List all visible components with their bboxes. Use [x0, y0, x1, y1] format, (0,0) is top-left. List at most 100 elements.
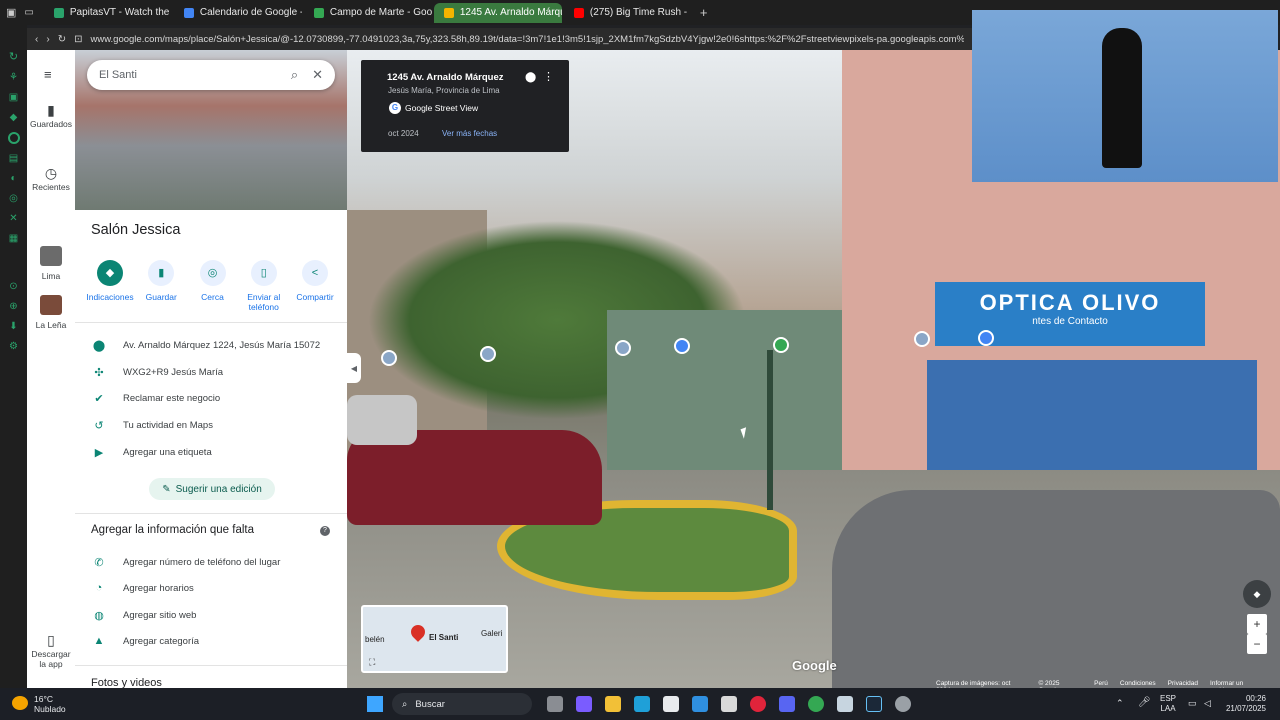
verified-shield-icon: ✔ — [94, 392, 104, 405]
edge-icon[interactable] — [634, 696, 650, 712]
browser-tab[interactable]: 1245 Av. Arnaldo Márquez — [433, 2, 562, 23]
reload-icon[interactable]: ↻ — [58, 34, 66, 45]
nav-lima[interactable]: Lima — [27, 246, 75, 281]
help-icon[interactable]: ? — [320, 526, 330, 536]
chrome-icon[interactable] — [808, 696, 824, 712]
add-phone-row[interactable]: ✆ Agregar número de teléfono del lugar — [91, 552, 280, 572]
expand-icon[interactable]: ⛶ — [369, 657, 375, 668]
rail-app-icon[interactable]: ◎ — [9, 193, 18, 204]
start-icon[interactable] — [367, 696, 383, 712]
add-hours-row[interactable]: ◔ Agregar horarios — [91, 578, 194, 598]
system-clock[interactable]: 00:26 21/07/2025 — [1222, 694, 1266, 714]
weather-widget[interactable]: 16°C Nublado — [34, 694, 66, 714]
file-explorer-icon[interactable] — [605, 696, 621, 712]
taskview-icon[interactable] — [547, 696, 563, 712]
discord-icon[interactable] — [779, 696, 795, 712]
location-pin-icon[interactable]: ⬤ — [525, 72, 536, 83]
rail-app-icon[interactable]: ↻ — [9, 50, 18, 63]
menu-icon[interactable]: ≡ — [44, 67, 52, 82]
nav-saved[interactable]: ▮ Guardados — [27, 103, 75, 129]
sv-card-source-label: Google Street View — [405, 103, 479, 113]
globe-icon: ◍ — [94, 609, 104, 622]
steam-store-icon[interactable] — [866, 696, 882, 712]
rail-app-icon[interactable]: ⚘ — [9, 72, 18, 83]
forward-icon[interactable]: › — [46, 34, 49, 45]
settings-icon[interactable] — [895, 696, 911, 712]
place-panel: El Santi ⌕ ✕ Salón Jessica ◆ Indicacione… — [75, 50, 347, 688]
street-view-marker[interactable] — [978, 330, 994, 346]
browser-tab[interactable]: (275) Big Time Rush - — [564, 3, 692, 23]
maps-activity-row[interactable]: ↺ Tu actividad en Maps — [91, 415, 213, 435]
add-label-row[interactable]: ▶ Agregar una etiqueta — [91, 442, 212, 462]
browser-tab[interactable]: PapitasVT - Watch the VO — [44, 3, 172, 23]
rail-app-icon[interactable]: ▤ — [9, 153, 18, 164]
search-input[interactable]: El Santi — [99, 69, 277, 81]
vscode-icon[interactable] — [692, 696, 708, 712]
url-text[interactable]: www.google.com/maps/place/Salón+Jessica/… — [90, 34, 964, 45]
street-view-marker[interactable] — [773, 337, 789, 353]
share-button[interactable]: < Compartir — [290, 260, 340, 312]
rail-app-icon[interactable]: ✕ — [9, 213, 17, 224]
browser-tab[interactable]: Calendario de Google - S — [174, 3, 302, 23]
network-icon[interactable]: ▭ — [1188, 698, 1197, 709]
rail-app-icon[interactable]: ⚙ — [9, 341, 18, 352]
store-icon[interactable] — [663, 696, 679, 712]
nav-la-lena[interactable]: La Leña — [27, 295, 75, 330]
add-website-row[interactable]: ◍ Agregar sitio web — [91, 605, 196, 625]
label-icon: ▶ — [94, 446, 104, 459]
close-icon[interactable]: ✕ — [312, 67, 323, 83]
zoom-in-button[interactable]: + — [1247, 614, 1267, 634]
browser-tab[interactable]: Campo de Marte - Goog — [304, 3, 432, 23]
microphone-icon[interactable]: 🎤︎ — [1138, 697, 1151, 708]
street-view-marker[interactable] — [674, 338, 690, 354]
language-indicator[interactable]: ESP LAA — [1160, 694, 1176, 714]
picture-in-picture-video[interactable] — [972, 10, 1278, 182]
more-options-icon[interactable]: ⋮ — [543, 70, 554, 83]
search-icon[interactable]: ⌕ — [291, 67, 298, 83]
steam-icon[interactable] — [837, 696, 853, 712]
claim-business-row[interactable]: ✔ Reclamar este negocio — [91, 388, 220, 408]
address-row[interactable]: ⬤ Av. Arnaldo Márquez 1224, Jesús María … — [91, 335, 320, 355]
mini-map[interactable]: belén El Santi Galeri ⛶ — [361, 605, 508, 673]
street-view-marker[interactable] — [381, 350, 397, 366]
plus-code-row[interactable]: ✣ WXG2+R9 Jesús María — [91, 362, 223, 382]
taskbar-search[interactable]: ⌕ Buscar — [392, 693, 532, 715]
copilot-icon[interactable] — [576, 696, 592, 712]
compass-button[interactable]: ◆ — [1243, 580, 1271, 608]
opera-icon[interactable] — [750, 696, 766, 712]
add-category-row[interactable]: ▲ Agregar categoría — [91, 631, 200, 651]
rail-app-icon[interactable]: ◐ — [10, 173, 16, 184]
tab-overview-icon[interactable]: ▭ — [24, 7, 33, 18]
street-view-marker[interactable] — [914, 331, 930, 347]
tab-actions-icon[interactable]: ▣ — [6, 6, 16, 19]
collapse-panel-button[interactable]: ◀ — [347, 353, 361, 383]
rail-app-icon[interactable]: ▣ — [9, 92, 18, 103]
back-icon[interactable]: ‹ — [35, 34, 38, 45]
nav-recent[interactable]: ◷ Recientes — [27, 166, 75, 192]
site-info-icon[interactable]: ⊡ — [74, 34, 82, 45]
more-dates-link[interactable]: Ver más fechas — [442, 129, 497, 138]
chevron-up-icon[interactable]: ⌃ — [1116, 698, 1124, 709]
zoom-out-button[interactable]: − — [1247, 634, 1267, 654]
new-tab-button[interactable]: + — [700, 5, 708, 20]
directions-button[interactable]: ◆ Indicaciones — [85, 260, 135, 312]
rail-app-icon[interactable]: ◆ — [10, 112, 18, 123]
search-box[interactable]: El Santi ⌕ ✕ — [87, 60, 335, 90]
street-view-marker[interactable] — [615, 340, 631, 356]
street-view-marker[interactable] — [480, 346, 496, 362]
rail-app-icon[interactable]: ⊙ — [9, 281, 17, 292]
rail-app-icon[interactable]: ⬇ — [9, 321, 17, 332]
send-to-phone-button[interactable]: ▯ Enviar al teléfono — [239, 260, 289, 312]
save-button[interactable]: ▮ Guardar — [136, 260, 186, 312]
nav-download-app[interactable]: ▯ Descargar la app — [27, 633, 75, 669]
rail-app-icon[interactable] — [7, 132, 20, 144]
suggest-edit-button[interactable]: ✎ Sugerir una edición — [149, 478, 275, 500]
address-bar[interactable]: ‹ › ↻ ⊡ www.google.com/maps/place/Salón+… — [27, 28, 972, 50]
nearby-button[interactable]: ◎ Cerca — [188, 260, 238, 312]
app-icon[interactable] — [721, 696, 737, 712]
volume-icon[interactable]: ◁ — [1204, 698, 1211, 709]
rail-app-icon[interactable]: ▦ — [9, 233, 18, 244]
add-hours-text: Agregar horarios — [123, 582, 194, 594]
weather-icon[interactable] — [12, 696, 28, 710]
rail-app-icon[interactable]: ⊕ — [9, 301, 17, 312]
